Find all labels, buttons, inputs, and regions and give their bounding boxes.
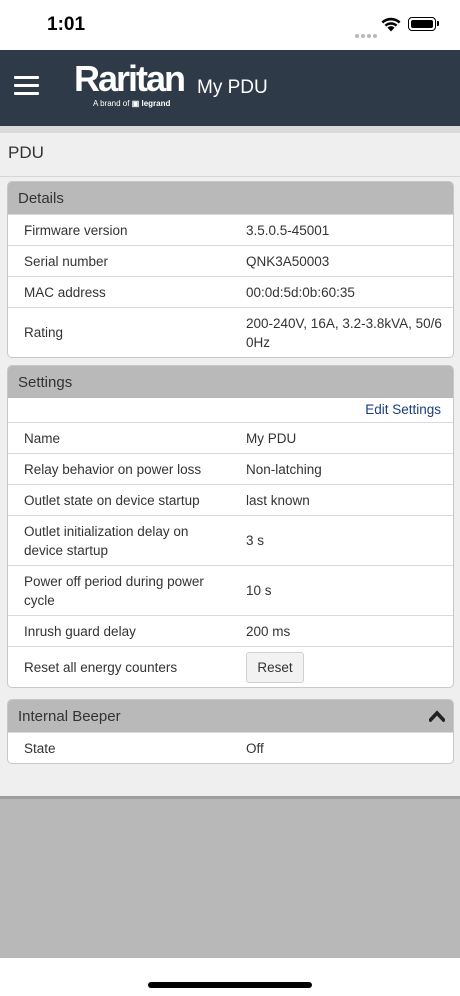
row-value: 00:0d:5d:0b:60:35 [246,284,355,300]
row-value: 3 s [246,533,265,548]
table-row: Outlet initialization delay on device st… [8,515,453,565]
row-value: Off [246,740,264,756]
row-label: Inrush guard delay [24,623,136,639]
reset-counters-label: Reset all energy counters [24,659,178,675]
row-value: 10 s [246,583,272,598]
battery-icon [408,17,439,31]
page-content: PDU Details Firmware version 3.5.0.5-450… [0,126,460,796]
row-label: Firmware version [24,222,128,238]
edit-settings-link[interactable]: Edit Settings [365,402,441,417]
row-value: QNK3A50003 [246,253,330,269]
empty-background [0,796,460,958]
table-row: Rating 200-240V, 16A, 3.2-3.8kVA, 50/60H… [8,307,453,357]
settings-header: Settings [8,366,453,398]
details-header: Details [8,182,453,214]
raritan-logo: Raritan A brand of ▣ legrand [74,58,186,109]
signal-dots-icon [355,25,379,43]
settings-panel: Settings Edit Settings Name My PDU Relay… [7,365,454,688]
table-row: Firmware version 3.5.0.5-45001 [8,214,453,245]
table-row: Relay behavior on power loss Non-latchin… [8,453,453,484]
nav-bar: Raritan A brand of ▣ legrand My PDU [0,50,460,126]
row-label: State [24,740,56,756]
edit-settings-row: Edit Settings [8,398,453,422]
row-label: Name [24,430,61,446]
beeper-header[interactable]: Internal Beeper [8,700,453,732]
wifi-icon [381,17,401,32]
beeper-header-label: Internal Beeper [18,708,121,725]
home-area [0,958,460,996]
row-label: Outlet initialization delay on device st… [24,523,189,558]
divider [0,176,460,177]
table-row: State Off [8,732,453,763]
row-value: 3.5.0.5-45001 [246,222,330,238]
page-title: PDU [8,143,44,162]
table-row: Name My PDU [8,422,453,453]
row-label: Outlet state on device startup [24,492,200,508]
row-value: 200 ms [246,623,291,639]
status-time: 1:01 [47,14,86,35]
row-value: Non-latching [246,461,322,477]
home-indicator[interactable] [148,982,312,988]
row-label: Relay behavior on power loss [24,461,202,477]
table-row: Power off period during power cycle 10 s [8,565,453,615]
table-row: Reset all energy counters Reset [8,646,453,687]
table-row: Inrush guard delay 200 ms [8,615,453,646]
reset-button[interactable]: Reset [246,651,304,683]
table-row: Serial number QNK3A50003 [8,245,453,276]
details-panel: Details Firmware version 3.5.0.5-45001 S… [7,181,454,358]
chevron-up-icon[interactable] [429,710,445,722]
row-value: My PDU [246,430,297,446]
table-row: MAC address 00:0d:5d:0b:60:35 [8,276,453,307]
row-value: last known [246,492,310,508]
nav-title: My PDU [197,77,268,98]
row-label: Rating [24,325,64,340]
status-bar: 1:01 [0,0,460,50]
hamburger-menu-icon[interactable] [14,76,39,96]
row-label: Serial number [24,253,109,269]
beeper-panel: Internal Beeper State Off [7,699,454,764]
row-label: MAC address [24,284,106,300]
row-label: Power off period during power cycle [24,573,204,608]
row-value: 200-240V, 16A, 3.2-3.8kVA, 50/60Hz [246,315,442,350]
table-row: Outlet state on device startup last know… [8,484,453,515]
